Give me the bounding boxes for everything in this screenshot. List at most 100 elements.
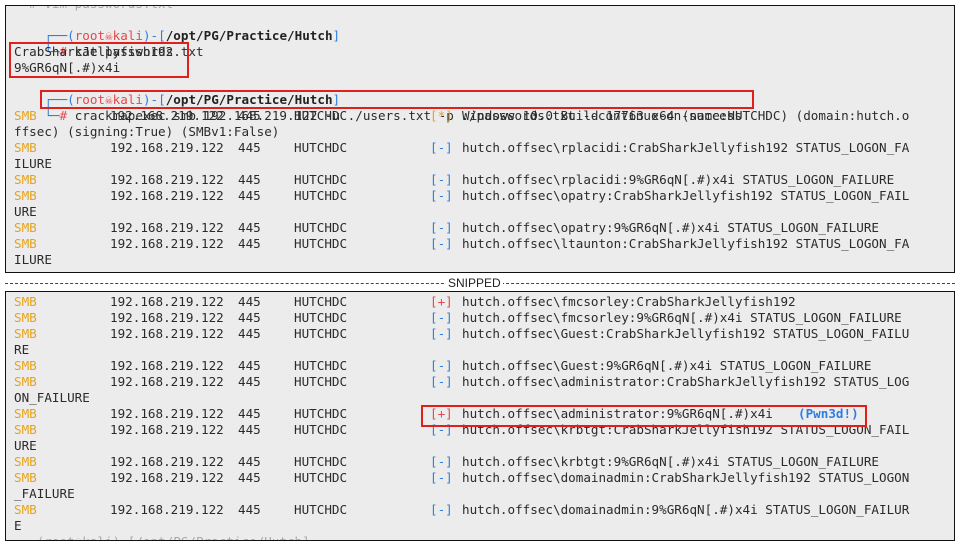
target-port: 445: [238, 172, 261, 187]
protocol-label: SMB: [14, 358, 37, 373]
target-ip: 192.168.219.122: [110, 140, 224, 155]
target-ip: 192.168.219.122: [110, 422, 224, 437]
target-ip: 192.168.219.122: [110, 294, 224, 309]
protocol-label: SMB: [14, 502, 37, 517]
result-message: hutch.offsec\opatry:9%GR6qN[.#)x4i STATU…: [462, 220, 880, 235]
target-port: 445: [238, 140, 261, 155]
terminal-panel-top[interactable]: └─# vim passwords.txt ┌──(root☠kali)-[/o…: [5, 5, 955, 273]
target-host: HUTCHDC: [294, 236, 348, 251]
target-port: 445: [238, 502, 261, 517]
result-message: Windows 10.0 Build 17763 x64 (name:HUTCH…: [462, 108, 910, 123]
wrapped-text: URE: [14, 438, 37, 453]
status-tag: [-]: [430, 220, 453, 235]
status-tag: [+]: [430, 294, 453, 309]
prompt-line-1: ┌──(root☠kali)-[/opt/PG/Practice/Hutch]: [44, 28, 341, 43]
result-message: hutch.offsec\krbtgt:9%GR6qN[.#)x4i STATU…: [462, 454, 880, 469]
wrapped-text: _FAILURE: [14, 486, 75, 501]
protocol-label: SMB: [14, 374, 37, 389]
protocol-label: SMB: [14, 422, 37, 437]
target-port: 445: [238, 188, 261, 203]
protocol-label: SMB: [14, 454, 37, 469]
target-host: HUTCHDC: [294, 406, 348, 421]
target-host: HUTCHDC: [294, 172, 348, 187]
wrapped-text: ON_FAILURE: [14, 390, 90, 405]
protocol-label: SMB: [14, 108, 37, 123]
target-host: HUTCHDC: [294, 140, 348, 155]
target-port: 445: [238, 374, 261, 389]
target-port: 445: [238, 108, 261, 123]
terminal-panel-bottom[interactable]: SMB 192.168.219.122 445 HUTCHDC [+] hutch.off…: [5, 291, 955, 541]
target-port: 445: [238, 236, 261, 251]
target-port: 445: [238, 358, 261, 373]
status-tag: [*]: [430, 108, 453, 123]
result-message: hutch.offsec\ltaunton:CrabSharkJellyfish…: [462, 236, 910, 251]
protocol-label: SMB: [14, 188, 37, 203]
target-port: 445: [238, 454, 261, 469]
result-message: hutch.offsec\domainadmin:9%GR6qN[.#)x4i …: [462, 502, 910, 517]
target-port: 445: [238, 310, 261, 325]
highlight-box-passwords: [9, 42, 189, 78]
protocol-label: SMB: [14, 172, 37, 187]
status-tag: [-]: [430, 502, 453, 517]
target-host: HUTCHDC: [294, 220, 348, 235]
target-port: 445: [238, 326, 261, 341]
target-host: HUTCHDC: [294, 454, 348, 469]
result-message: hutch.offsec\fmcsorley:CrabSharkJellyfis…: [462, 294, 796, 309]
result-message: hutch.offsec\opatry:CrabSharkJellyfish19…: [462, 188, 910, 203]
wrapped-text: ILURE: [14, 156, 52, 171]
target-host: HUTCHDC: [294, 294, 348, 309]
result-message: hutch.offsec\fmcsorley:9%GR6qN[.#)x4i ST…: [462, 310, 902, 325]
status-tag: [-]: [430, 470, 453, 485]
result-message: hutch.offsec\domainadmin:CrabSharkJellyf…: [462, 470, 910, 485]
cut-off-line: ┌──(root☠kali)-[/opt/PG/Practice/Hutch]: [14, 534, 310, 540]
protocol-label: SMB: [14, 294, 37, 309]
target-host: HUTCHDC: [294, 502, 348, 517]
target-ip: 192.168.219.122: [110, 108, 224, 123]
target-port: 445: [238, 220, 261, 235]
target-ip: 192.168.219.122: [110, 374, 224, 389]
target-port: 445: [238, 406, 261, 421]
target-host: HUTCHDC: [294, 310, 348, 325]
target-port: 445: [238, 294, 261, 309]
result-message: hutch.offsec\rplacidi:CrabSharkJellyfish…: [462, 140, 910, 155]
target-ip: 192.168.219.122: [110, 236, 224, 251]
target-port: 445: [238, 470, 261, 485]
target-host: HUTCHDC: [294, 326, 348, 341]
target-ip: 192.168.219.122: [110, 358, 224, 373]
status-tag: [-]: [430, 172, 453, 187]
status-tag: [-]: [430, 326, 453, 341]
highlight-box-pwned: [421, 405, 867, 427]
highlight-box-command: [40, 90, 754, 109]
target-host: HUTCHDC: [294, 108, 348, 123]
wrapped-text: ffsec) (signing:True) (SMBv1:False): [14, 124, 280, 139]
result-message: hutch.offsec\Guest:CrabSharkJellyfish192…: [462, 326, 910, 341]
result-message: hutch.offsec\rplacidi:9%GR6qN[.#)x4i STA…: [462, 172, 895, 187]
protocol-label: SMB: [14, 236, 37, 251]
result-message: hutch.offsec\Guest:9%GR6qN[.#)x4i STATUS…: [462, 358, 872, 373]
target-host: HUTCHDC: [294, 358, 348, 373]
wrapped-text: ILURE: [14, 252, 52, 267]
target-ip: 192.168.219.122: [110, 406, 224, 421]
target-host: HUTCHDC: [294, 422, 348, 437]
target-port: 445: [238, 422, 261, 437]
status-tag: [-]: [430, 140, 453, 155]
target-ip: 192.168.219.122: [110, 310, 224, 325]
wrapped-text: URE: [14, 204, 37, 219]
snipped-label: SNIPPED: [446, 275, 503, 291]
protocol-label: SMB: [14, 470, 37, 485]
result-message: hutch.offsec\administrator:CrabSharkJell…: [462, 374, 910, 389]
status-tag: [-]: [430, 236, 453, 251]
cut-off-line: └─# vim passwords.txt: [14, 6, 173, 12]
protocol-label: SMB: [14, 140, 37, 155]
target-host: HUTCHDC: [294, 188, 348, 203]
protocol-label: SMB: [14, 406, 37, 421]
protocol-label: SMB: [14, 220, 37, 235]
protocol-label: SMB: [14, 326, 37, 341]
target-ip: 192.168.219.122: [110, 470, 224, 485]
target-host: HUTCHDC: [294, 470, 348, 485]
status-tag: [-]: [430, 358, 453, 373]
target-ip: 192.168.219.122: [110, 326, 224, 341]
status-tag: [-]: [430, 188, 453, 203]
wrapped-text: E: [14, 518, 22, 533]
target-host: HUTCHDC: [294, 374, 348, 389]
